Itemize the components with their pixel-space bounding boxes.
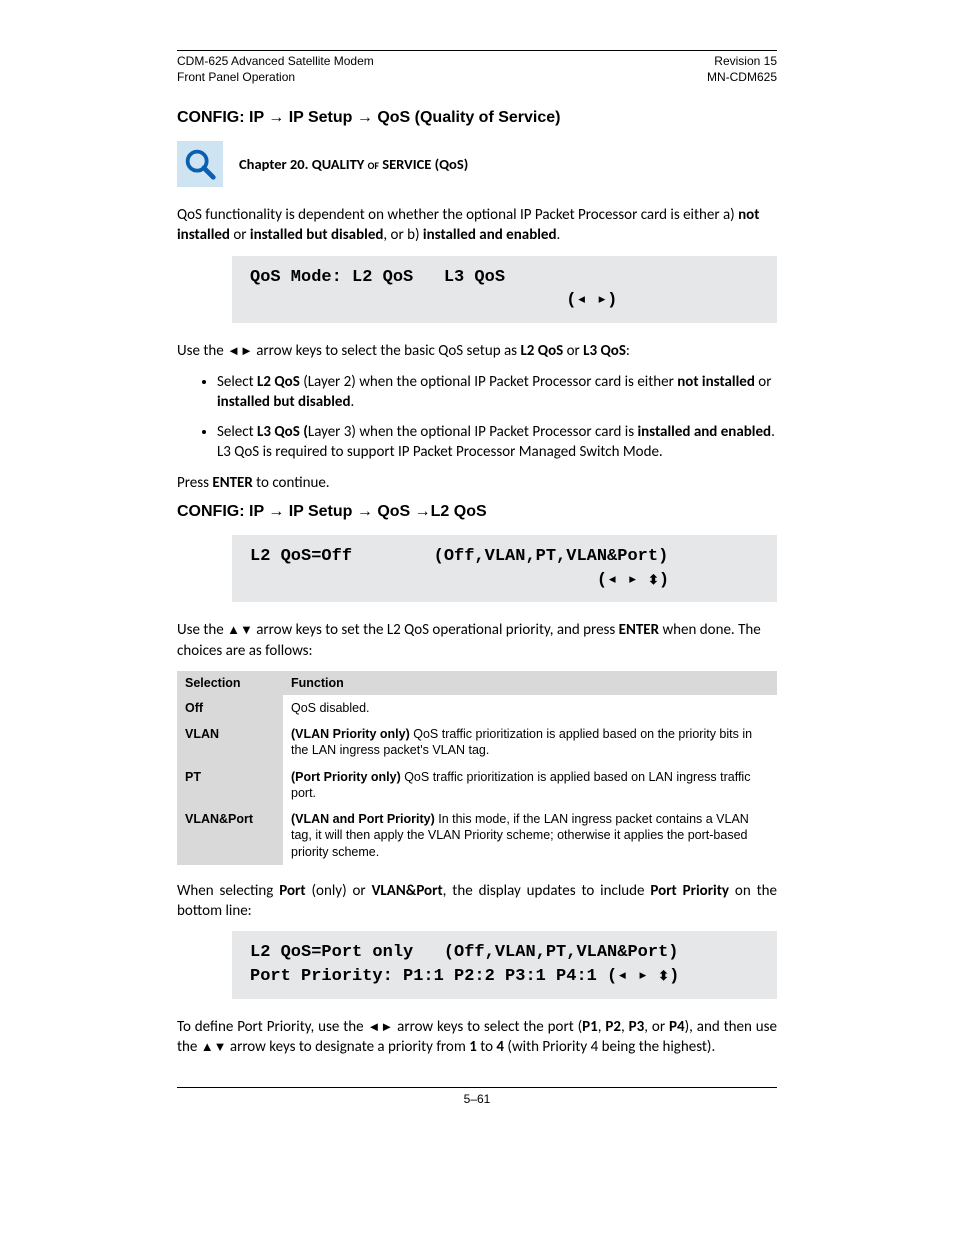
paragraph: Use the ▲▼ arrow keys to set the L2 QoS …: [177, 620, 777, 661]
list-item: Select L3 QoS (Layer 3) when the optiona…: [217, 422, 777, 463]
col-selection: Selection: [177, 671, 283, 695]
arrow-icon: →: [268, 503, 284, 520]
page-number: 5–61: [464, 1092, 491, 1106]
right-arrow-icon: ▸: [597, 291, 607, 310]
header-left-2: Front Panel Operation: [177, 70, 295, 84]
cell-function: QoS disabled.: [283, 695, 777, 721]
updown-arrow-icon: ⬍: [658, 968, 669, 983]
lcd-display-2: L2 QoS=Off (Off,VLAN,PT,VLAN&Port) (◂ ▸ …: [232, 535, 777, 603]
header-rule: [177, 50, 777, 51]
header-left: CDM-625 Advanced Satellite Modem Front P…: [177, 54, 374, 85]
arrow-icon: →: [357, 109, 373, 126]
paragraph: When selecting Port (only) or VLAN&Port,…: [177, 881, 777, 922]
left-arrow-icon: ◂: [576, 291, 586, 310]
col-function: Function: [283, 671, 777, 695]
cell-selection: PT: [177, 764, 283, 807]
header-left-1: CDM-625 Advanced Satellite Modem: [177, 54, 374, 68]
paragraph: QoS functionality is dependent on whethe…: [177, 205, 777, 246]
arrow-icon: →: [268, 109, 284, 126]
left-arrow-icon: ◂: [617, 967, 627, 986]
section-heading-qos: CONFIG: IP → IP Setup → QoS (Quality of …: [177, 109, 777, 127]
right-arrow-icon: ►: [240, 343, 253, 358]
table-row: VLAN&Port (VLAN and Port Priority) In th…: [177, 806, 777, 865]
left-arrow-icon: ◄: [368, 1019, 381, 1034]
reference-note: Chapter 20. QUALITY of SERVICE (QoS): [177, 141, 777, 187]
cell-selection: Off: [177, 695, 283, 721]
section-heading-l2qos: CONFIG: IP → IP Setup → QoS →L2 QoS: [177, 503, 777, 521]
arrow-icon: →: [415, 503, 431, 520]
table-row: PT (Port Priority only) QoS traffic prio…: [177, 764, 777, 807]
down-arrow-icon: ▼: [214, 1039, 227, 1054]
arrow-icon: →: [357, 503, 373, 520]
header-right-1: Revision 15: [714, 54, 777, 68]
options-table: Selection Function Off QoS disabled. VLA…: [177, 671, 777, 865]
header-right-2: MN-CDM625: [707, 70, 777, 84]
right-arrow-icon: ▸: [628, 571, 638, 590]
down-arrow-icon: ▼: [240, 622, 253, 637]
header-right: Revision 15 MN-CDM625: [707, 54, 777, 85]
right-arrow-icon: ►: [380, 1019, 393, 1034]
page-footer: 5–61: [177, 1087, 777, 1106]
reference-text: Chapter 20. QUALITY of SERVICE (QoS): [239, 155, 468, 173]
updown-arrow-icon: ⬍: [648, 572, 659, 587]
lcd-display-1: QoS Mode: L2 QoS L3 QoS (◂ ▸): [232, 256, 777, 324]
running-header: CDM-625 Advanced Satellite Modem Front P…: [177, 54, 777, 85]
table-row: Off QoS disabled.: [177, 695, 777, 721]
table-row: VLAN (VLAN Priority only) QoS traffic pr…: [177, 721, 777, 764]
right-arrow-icon: ▸: [638, 967, 648, 986]
paragraph: Use the ◄► arrow keys to select the basi…: [177, 341, 777, 361]
bullet-list: Select L2 QoS (Layer 2) when the optiona…: [177, 372, 777, 463]
cell-selection: VLAN&Port: [177, 806, 283, 865]
left-arrow-icon: ◄: [227, 343, 240, 358]
table-header-row: Selection Function: [177, 671, 777, 695]
page: CDM-625 Advanced Satellite Modem Front P…: [87, 0, 867, 1136]
up-arrow-icon: ▲: [227, 622, 240, 637]
cell-selection: VLAN: [177, 721, 283, 764]
cell-function: (VLAN and Port Priority) In this mode, i…: [283, 806, 777, 865]
paragraph: To define Port Priority, use the ◄► arro…: [177, 1017, 777, 1058]
up-arrow-icon: ▲: [201, 1039, 214, 1054]
cell-function: (VLAN Priority only) QoS traffic priorit…: [283, 721, 777, 764]
cell-function: (Port Priority only) QoS traffic priorit…: [283, 764, 777, 807]
list-item: Select L2 QoS (Layer 2) when the optiona…: [217, 372, 777, 413]
magnifier-icon: [177, 141, 223, 187]
paragraph: Press ENTER to continue.: [177, 473, 777, 493]
lcd-display-3: L2 QoS=Port only (Off,VLAN,PT,VLAN&Port)…: [232, 931, 777, 999]
left-arrow-icon: ◂: [607, 571, 617, 590]
